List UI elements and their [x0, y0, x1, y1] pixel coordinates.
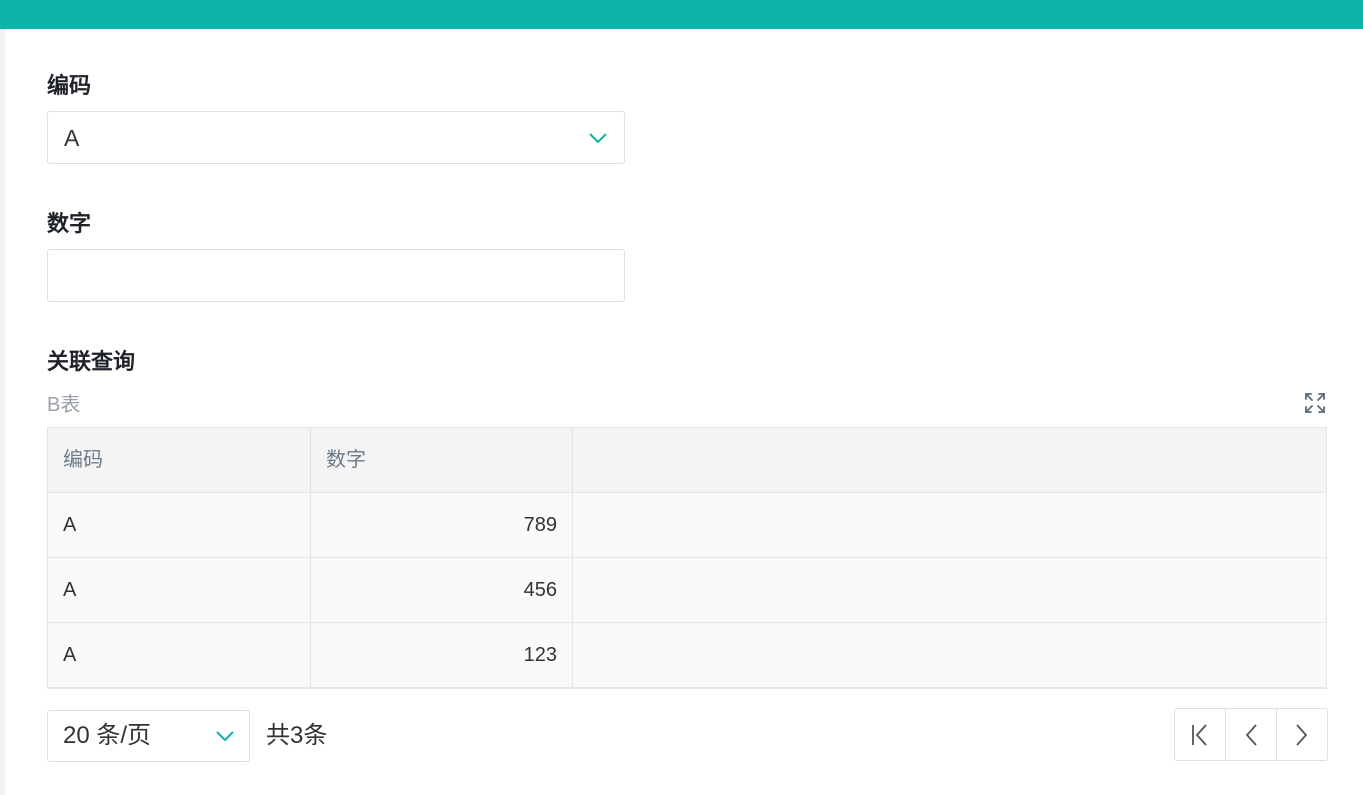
column-header-empty: [573, 428, 1326, 492]
total-count: 共3条: [266, 722, 328, 749]
cell-number: 789: [311, 493, 573, 557]
top-bar: [0, 0, 1363, 29]
cell-number: 123: [311, 623, 573, 687]
next-page-icon: [1296, 723, 1308, 746]
prev-page-button[interactable]: [1226, 709, 1277, 760]
number-input[interactable]: [47, 249, 625, 302]
page-size-value: 20 条/页: [63, 722, 152, 749]
table-header: 编码 数字: [48, 428, 1326, 493]
first-page-button[interactable]: [1175, 709, 1226, 760]
code-field-label: 编码: [47, 73, 92, 98]
cell-empty: [573, 623, 1326, 687]
cell-code: A: [48, 558, 311, 622]
table-row[interactable]: A 456: [48, 558, 1326, 623]
chevron-down-icon: [589, 133, 607, 143]
code-select-value: A: [64, 125, 80, 151]
prev-page-icon: [1245, 723, 1257, 746]
page-size-select[interactable]: 20 条/页: [47, 710, 250, 762]
pager: [1174, 708, 1328, 761]
number-field-label: 数字: [47, 211, 92, 236]
next-page-button[interactable]: [1277, 709, 1327, 760]
cell-empty: [573, 558, 1326, 622]
cell-code: A: [48, 493, 311, 557]
cell-empty: [573, 493, 1326, 557]
table-row[interactable]: A 789: [48, 493, 1326, 558]
relation-query-label: 关联查询: [47, 349, 136, 374]
relation-table: 编码 数字 A 789 A 456 A 123: [47, 427, 1327, 689]
code-select[interactable]: A: [47, 111, 625, 164]
cell-code: A: [48, 623, 311, 687]
fullscreen-expand-icon[interactable]: [1304, 392, 1326, 414]
relation-table-name: B表: [47, 394, 81, 416]
left-strip: [0, 29, 5, 795]
chevron-down-icon: [216, 731, 234, 741]
column-header-number[interactable]: 数字: [311, 428, 573, 492]
column-header-code[interactable]: 编码: [48, 428, 311, 492]
table-row[interactable]: A 123: [48, 623, 1326, 688]
first-page-icon: [1192, 723, 1207, 746]
cell-number: 456: [311, 558, 573, 622]
